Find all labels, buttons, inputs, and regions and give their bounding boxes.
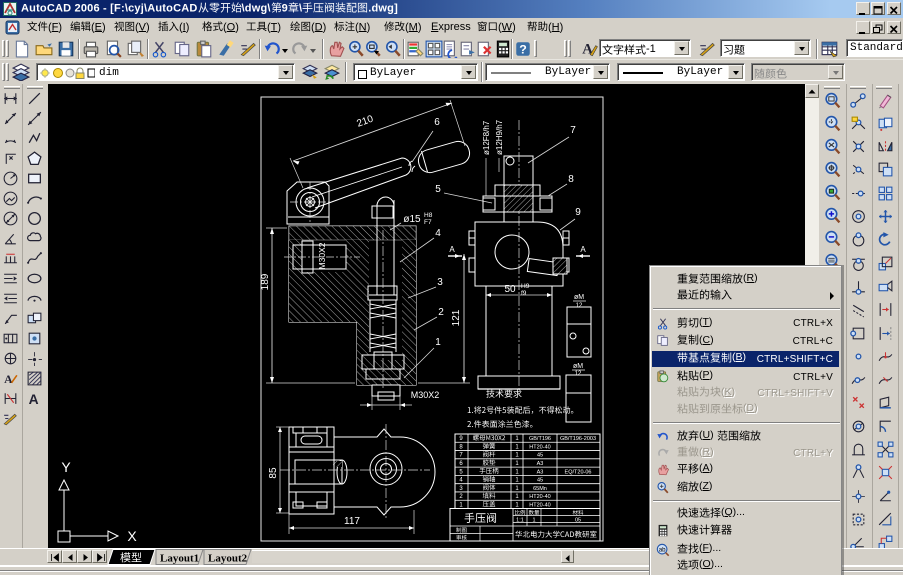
svg-text:M30X2: M30X2 <box>411 390 440 400</box>
svg-text:85: 85 <box>268 467 279 479</box>
svg-text:1: 1 <box>435 337 441 348</box>
svg-text:øM: øM <box>573 363 583 370</box>
svg-text:3: 3 <box>437 277 443 288</box>
svg-text:F7: F7 <box>424 219 432 226</box>
svg-text:ø15: ø15 <box>403 214 421 225</box>
svg-text:5: 5 <box>435 184 441 195</box>
svg-text:A: A <box>4 373 13 386</box>
svg-text:ø12F8/h7: ø12F8/h7 <box>482 120 491 155</box>
svg-text:1: 1 <box>532 518 535 524</box>
svg-text:EQ/T20-06: EQ/T20-06 <box>565 469 592 475</box>
svg-text:X: X <box>127 528 137 544</box>
svg-text:117: 117 <box>344 516 360 527</box>
svg-text:H8: H8 <box>424 212 433 219</box>
svg-text:Y: Y <box>61 459 71 475</box>
svg-text:6: 6 <box>434 117 440 128</box>
svg-text:M30X2: M30X2 <box>317 242 327 269</box>
svg-text:HT20-40: HT20-40 <box>529 502 550 508</box>
svg-text:A3: A3 <box>537 461 544 467</box>
svg-text:05: 05 <box>575 518 581 524</box>
svg-text:12: 12 <box>575 371 582 377</box>
svg-text:A: A <box>449 245 455 254</box>
svg-text:45: 45 <box>537 453 543 459</box>
svg-text:ab: ab <box>659 546 666 553</box>
svg-text:2: 2 <box>438 307 444 318</box>
svg-text:9: 9 <box>575 207 581 218</box>
svg-text:8: 8 <box>568 174 574 185</box>
svg-text:GB/T196: GB/T196 <box>529 436 551 442</box>
svg-text:f9: f9 <box>521 290 527 297</box>
svg-text:121: 121 <box>451 309 462 326</box>
svg-text:189: 189 <box>260 273 271 290</box>
svg-text:Layout1: Layout1 <box>160 553 199 565</box>
svg-text:1:1: 1:1 <box>516 518 524 524</box>
svg-text:A: A <box>29 391 39 407</box>
svg-text:7: 7 <box>570 125 576 136</box>
svg-text:ø12H9/h7: ø12H9/h7 <box>495 119 504 155</box>
svg-text:Layout2: Layout2 <box>208 553 248 565</box>
svg-text:HT20-40: HT20-40 <box>529 444 550 450</box>
svg-text:12: 12 <box>576 303 583 309</box>
svg-text:?: ? <box>519 43 527 57</box>
svg-text:4: 4 <box>435 228 441 239</box>
svg-text:GB/T196-2003: GB/T196-2003 <box>560 436 596 442</box>
svg-text:A3: A3 <box>537 469 544 475</box>
svg-text:A: A <box>580 245 586 254</box>
svg-text:45: 45 <box>537 478 543 484</box>
svg-text:HT20-40: HT20-40 <box>529 494 550 500</box>
svg-text:65Mn: 65Mn <box>533 486 547 492</box>
svg-text:øM: øM <box>574 294 584 301</box>
